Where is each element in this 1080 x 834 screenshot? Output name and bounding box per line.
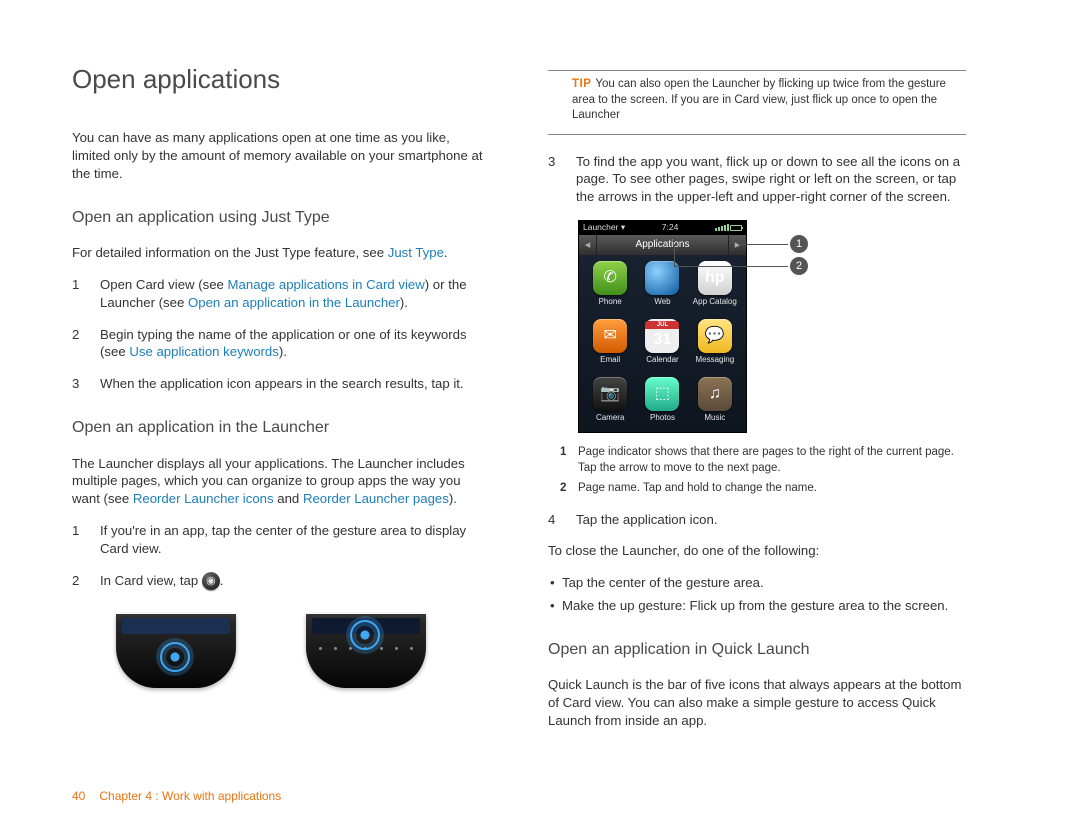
battery-icon <box>730 225 742 231</box>
page-left-arrow-icon: ◂ <box>579 235 597 255</box>
callout-2: 2 <box>790 257 808 275</box>
link-use-keywords[interactable]: Use application keywords <box>129 344 279 359</box>
step-body: Begin typing the name of the application… <box>100 326 490 362</box>
link-just-type[interactable]: Just Type <box>388 245 444 260</box>
app-camera: 📷Camera <box>585 377 635 433</box>
bullet-item: Tap the center of the gesture area. <box>548 574 966 592</box>
app-messaging: 💬Messaging <box>690 319 740 375</box>
link-manage-card-view[interactable]: Manage applications in Card view <box>228 277 425 292</box>
step-number: 3 <box>72 375 100 393</box>
app-photos: ⬚Photos <box>637 377 687 433</box>
callout-1: 1 <box>790 235 808 253</box>
right-column: TIPYou can also open the Launcher by fli… <box>548 62 966 744</box>
app-calendar: JUL31Calendar <box>637 319 687 375</box>
calendar-icon: JUL31 <box>645 319 679 353</box>
screenshot-legend: 1Page indicator shows that there are pag… <box>560 445 966 497</box>
envelope-icon: ✉ <box>593 319 627 353</box>
launcher-screenshot: Launcher ▾ 7:24 ◂ Applications ▸ ✆Phone … <box>578 220 838 433</box>
section-just-type: Open an application using Just Type <box>72 207 490 229</box>
tip-body: You can also open the Launcher by flicki… <box>572 78 946 121</box>
page-footer: 40 Chapter 4 : Work with applications <box>72 788 281 804</box>
step-number: 1 <box>72 276 100 312</box>
gesture-illustration <box>72 604 490 688</box>
status-title: Launcher ▾ <box>583 222 625 233</box>
chat-icon: 💬 <box>698 319 732 353</box>
quick-launch-body: Quick Launch is the bar of five icons th… <box>548 676 966 729</box>
step-body: When the application icon appears in the… <box>100 375 490 393</box>
link-reorder-pages[interactable]: Reorder Launcher pages <box>303 491 449 506</box>
link-reorder-icons[interactable]: Reorder Launcher icons <box>133 491 274 506</box>
step-body: To find the app you want, flick up or do… <box>576 153 966 206</box>
tap-target-icon <box>350 620 380 650</box>
page-title: Open applications <box>72 62 490 97</box>
status-time: 7:24 <box>662 222 679 233</box>
page-right-arrow-icon: ▸ <box>728 235 746 255</box>
bullet-item: Make the up gesture: Flick up from the g… <box>548 597 966 615</box>
page-number: 40 <box>72 788 85 804</box>
chapter-label: Chapter 4 : Work with applications <box>99 788 281 804</box>
link-open-in-launcher[interactable]: Open an application in the Launcher <box>188 295 400 310</box>
intro-paragraph: You can have as many applications open a… <box>72 129 490 182</box>
step-body: Tap the application icon. <box>576 511 966 529</box>
step-number: 2 <box>72 326 100 362</box>
status-indicators <box>715 224 742 231</box>
app-catalog: hpApp Catalog <box>690 261 740 317</box>
section-launcher: Open an application in the Launcher <box>72 417 490 439</box>
step-body: If you're in an app, tap the center of t… <box>100 522 490 558</box>
launcher-icon: ◉ <box>202 572 220 590</box>
just-type-lead: For detailed information on the Just Typ… <box>72 244 490 262</box>
section-quick-launch: Open an application in Quick Launch <box>548 639 966 661</box>
step-body: In Card view, tap ◉. <box>100 572 490 591</box>
close-launcher-intro: To close the Launcher, do one of the fol… <box>548 542 966 560</box>
photos-icon: ⬚ <box>645 377 679 411</box>
launcher-page-name: Applications <box>636 238 690 252</box>
step-number: 2 <box>72 572 100 591</box>
app-music: ♫Music <box>690 377 740 433</box>
launcher-lead: The Launcher displays all your applicati… <box>72 455 490 508</box>
step-number: 3 <box>548 153 576 206</box>
phone-icon: ✆ <box>593 261 627 295</box>
step-number: 1 <box>72 522 100 558</box>
step-number: 4 <box>548 511 576 529</box>
step-body: Open Card view (see Manage applications … <box>100 276 490 312</box>
tap-target-icon <box>160 642 190 672</box>
tip-box: TIPYou can also open the Launcher by fli… <box>548 70 966 135</box>
left-column: Open applications You can have as many a… <box>72 62 490 744</box>
app-phone: ✆Phone <box>585 261 635 317</box>
music-icon: ♫ <box>698 377 732 411</box>
app-web: Web <box>637 261 687 317</box>
camera-icon: 📷 <box>593 377 627 411</box>
tip-label: TIP <box>572 78 591 90</box>
app-email: ✉Email <box>585 319 635 375</box>
signal-icon <box>715 224 729 231</box>
